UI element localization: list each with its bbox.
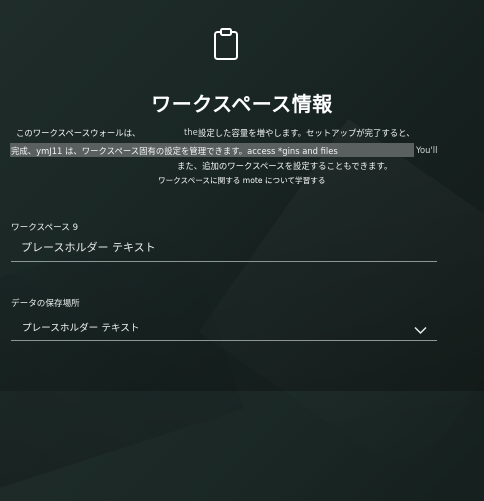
learn-more-link[interactable]: ワークスペースに関する mote について学習する [158, 175, 325, 186]
storage-location-dropdown[interactable]: プレースホルダー テキスト [11, 311, 437, 341]
description-line-1-end: 設定した容量を増やします。セットアップが完了すると、 [198, 128, 415, 138]
description-line-2: 完成、ymJ11 は、ワークスペース固有の設定を管理できます。access *g… [11, 146, 338, 156]
page-title: ワークスペース情報 [151, 92, 333, 116]
description-line-2-tail: You'll [416, 145, 438, 155]
workspace-name-input[interactable] [11, 234, 437, 262]
clipboard-icon [212, 27, 240, 61]
storage-location-value: プレースホルダー テキスト [22, 323, 140, 334]
storage-location-label: データの保存場所 [11, 299, 80, 309]
workspace-name-label: ワークスペース 9 [11, 223, 79, 233]
description-line-1-word: the [184, 127, 198, 137]
chevron-down-icon[interactable] [414, 320, 427, 335]
description-line-3: また、追加のワークスペースを設定することもできます。 [177, 161, 393, 171]
description-line-1-start: このワークスペースウォールは、 [16, 128, 141, 138]
